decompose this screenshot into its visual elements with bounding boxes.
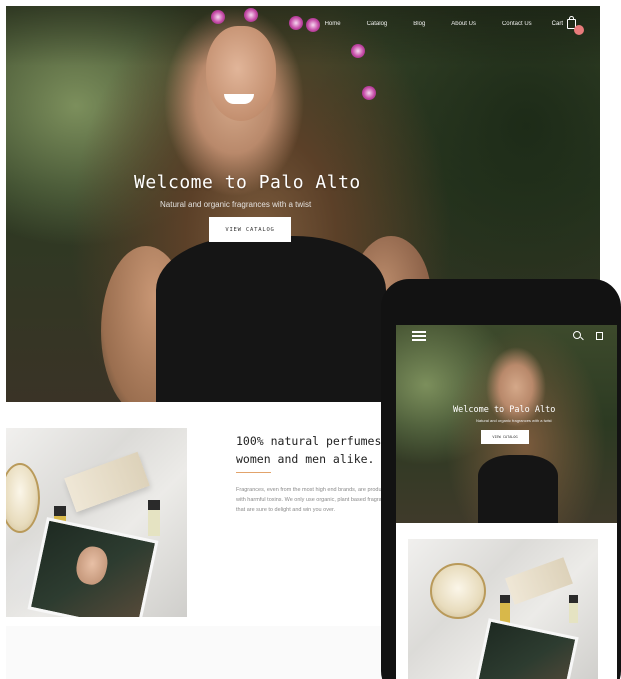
candle-jar <box>430 563 486 619</box>
hero-model-dress <box>156 236 386 402</box>
mobile-hero-title: Welcome to Palo Alto <box>453 405 556 415</box>
shopping-bag-icon[interactable] <box>596 332 603 340</box>
flower-crown-flower <box>396 341 404 349</box>
flower-crown-flower <box>396 325 404 333</box>
candle-jar <box>6 463 40 533</box>
polaroid-photo <box>473 618 579 679</box>
mobile-product-photo <box>408 539 598 679</box>
hero-subtitle: Natural and organic fragrances with a tw… <box>160 200 312 209</box>
flower-crown-flower <box>396 333 404 341</box>
perfume-box <box>505 557 573 605</box>
view-catalog-button[interactable]: VIEW CATALOG <box>209 217 291 242</box>
flower-crown-flower <box>211 10 225 24</box>
nav-contact-us[interactable]: Contact Us <box>502 21 532 27</box>
main-nav: Home Catalog Blog About Us Contact Us Ca… <box>299 16 584 35</box>
cart-link[interactable]: Cart <box>551 16 584 35</box>
polaroid-face <box>73 543 111 588</box>
mobile-hero-subtitle: Natural and organic fragrances with a tw… <box>476 418 552 423</box>
cart-label: Cart <box>551 21 563 27</box>
nav-blog[interactable]: Blog <box>413 21 425 27</box>
hamburger-menu-icon[interactable] <box>412 331 426 341</box>
phone-screen: Welcome to Palo Alto Natural and organic… <box>396 325 617 679</box>
flower-crown-flower <box>351 44 365 58</box>
nav-about-us[interactable]: About Us <box>451 21 476 27</box>
mobile-view-catalog-button[interactable]: VIEW CATALOG <box>481 430 529 444</box>
mobile-hero: Welcome to Palo Alto Natural and organic… <box>396 325 617 523</box>
hero-model-face <box>206 26 276 121</box>
search-icon[interactable] <box>573 331 581 339</box>
nav-home[interactable]: Home <box>325 21 341 27</box>
accent-divider <box>236 472 271 473</box>
shopping-bag-icon <box>567 16 584 35</box>
mobile-hero-model-dress <box>478 455 558 523</box>
product-photo <box>6 428 187 617</box>
cart-badge <box>574 25 584 35</box>
hero-title: Welcome to Palo Alto <box>134 172 361 193</box>
perfume-vial <box>569 595 578 623</box>
perfume-vial <box>148 500 160 536</box>
hero-top-shade <box>6 6 600 66</box>
phone-frame: Welcome to Palo Alto Natural and organic… <box>381 279 621 679</box>
perfume-box <box>64 451 150 513</box>
flower-crown-flower <box>362 86 376 100</box>
feature-body: Fragrances, even from the most high end … <box>236 487 394 513</box>
nav-catalog[interactable]: Catalog <box>367 21 388 27</box>
flower-crown-flower <box>244 8 258 22</box>
polaroid-photo <box>27 517 159 617</box>
mockup-stage: Home Catalog Blog About Us Contact Us Ca… <box>0 0 621 679</box>
